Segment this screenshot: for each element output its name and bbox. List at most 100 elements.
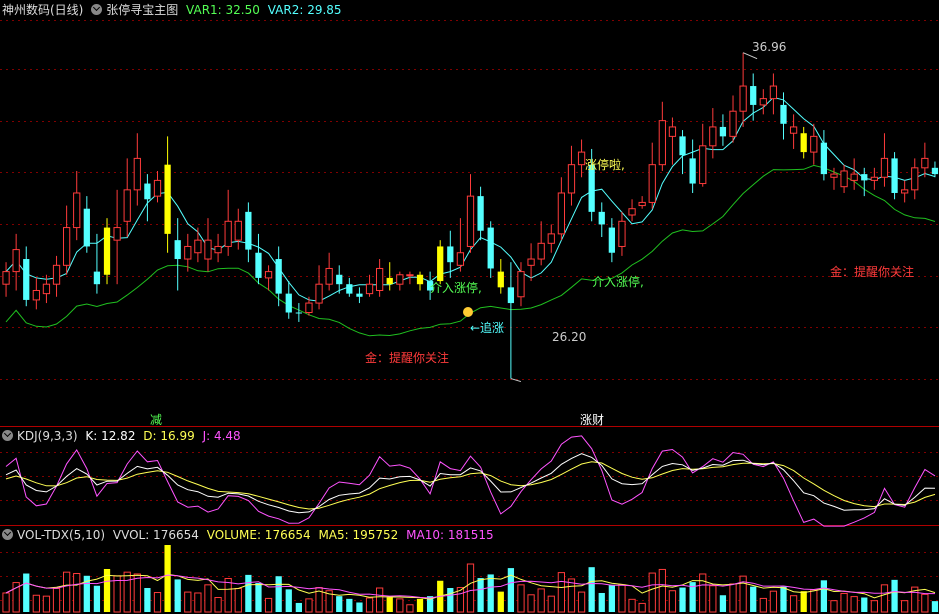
candle-body-31: [315, 283, 323, 304]
candle-body-20: [204, 239, 212, 260]
candle-body-84: [850, 173, 858, 181]
candle-body-80: [810, 135, 818, 153]
vol-bar-60: [608, 584, 615, 612]
candle-body-44: [447, 246, 454, 263]
candle-body-14: [144, 183, 151, 200]
vol-bar-14: [144, 588, 151, 612]
vol-bar-57: [577, 591, 586, 613]
candle-body-30: [305, 302, 313, 313]
vol-bar-13: [133, 573, 141, 613]
vol-bar-9: [93, 585, 101, 612]
vol-bar-27: [275, 576, 282, 612]
candle-body-46: [466, 195, 475, 247]
vol-bar-92: [931, 601, 939, 612]
chart-canvas[interactable]: [0, 0, 939, 614]
candle-body-66: [668, 126, 677, 137]
vol-bar-64: [648, 572, 656, 613]
vol-bar-66: [668, 590, 677, 613]
candle-body-12: [123, 189, 131, 222]
candle-body-15: [153, 179, 162, 197]
vol-bar-37: [375, 587, 384, 613]
candle-body-32: [325, 267, 333, 285]
vol-bar-79: [800, 591, 807, 612]
candle-body-55: [557, 192, 566, 235]
candle-body-22: [224, 220, 232, 247]
candle-body-50: [507, 287, 515, 304]
candle-body-29: [295, 312, 302, 314]
vol-bar-77: [780, 586, 787, 612]
high-price-label: 36.96: [752, 40, 787, 54]
annotation-zhangcai: 涨财: [580, 413, 605, 427]
vol-bar-5: [52, 587, 61, 613]
candle-body-18: [184, 245, 192, 260]
candle-body-72: [729, 110, 737, 137]
vol-bar-24: [245, 574, 252, 612]
vol-bar-36: [365, 597, 374, 613]
candle-body-37: [375, 267, 384, 291]
candle-body-87: [880, 157, 889, 178]
vol-bar-17: [174, 579, 181, 612]
candle-body-91: [921, 157, 929, 169]
vol-bar-3: [32, 594, 40, 613]
candle-body-21: [214, 245, 222, 254]
candle-body-74: [750, 86, 757, 105]
vol-bar-82: [830, 600, 838, 613]
candle-body-52: [527, 258, 535, 266]
candle-body-48: [487, 227, 494, 269]
vol-bar-7: [73, 573, 81, 613]
candle-body-81: [820, 142, 828, 175]
vol-bar-25: [255, 583, 262, 612]
candle-body-1: [12, 249, 20, 273]
candle-body-35: [356, 293, 363, 297]
vol-bar-74: [750, 586, 757, 612]
vol-bar-53: [537, 588, 545, 613]
candle-body-88: [891, 158, 898, 193]
vol-bar-30: [305, 598, 313, 613]
candle-body-85: [861, 174, 868, 181]
candle-body-89: [901, 189, 909, 194]
candle-body-0: [2, 271, 10, 285]
kdj-j-line: [5, 435, 936, 527]
vol-bar-89: [901, 600, 909, 613]
vol-bar-85: [861, 597, 868, 612]
candle-body-71: [719, 126, 727, 137]
vol-bar-39: [396, 598, 404, 613]
vol-bar-67: [679, 587, 686, 612]
vol-bar-6: [62, 571, 71, 613]
vol-bar-63: [638, 602, 646, 613]
candle-body-8: [83, 208, 90, 247]
candle-body-11: [113, 227, 121, 241]
vol-bar-69: [699, 573, 707, 613]
smiley-icon: [463, 307, 473, 317]
candle-body-82: [830, 173, 838, 178]
vol-bar-62: [628, 598, 636, 613]
candle-body-23: [234, 220, 242, 241]
vol-bar-91: [921, 593, 929, 613]
vol-bar-80: [810, 589, 818, 613]
vol-bar-41: [416, 598, 424, 612]
vol-bar-20: [204, 584, 212, 613]
candle-body-56: [567, 164, 576, 194]
vol-bar-54: [547, 595, 555, 613]
candle-body-64: [648, 164, 656, 203]
vol-bar-51: [517, 584, 525, 613]
vol-bar-47: [477, 578, 484, 612]
vol-bar-86: [870, 600, 879, 613]
vol-bar-15: [153, 592, 162, 613]
candle-body-51: [517, 271, 525, 298]
annotation-jieru-1: 介入涨停,: [430, 281, 482, 295]
candle-body-54: [547, 233, 555, 244]
vol-bar-52: [527, 594, 535, 613]
candle-body-24: [245, 211, 252, 250]
vol-bar-46: [466, 563, 475, 613]
vol-bar-26: [264, 597, 273, 613]
candle-body-28: [285, 293, 292, 313]
candle-body-86: [870, 176, 879, 181]
vol-bar-16: [164, 545, 171, 612]
candle-body-83: [840, 170, 848, 188]
vol-bar-11: [113, 575, 121, 613]
candle-body-45: [456, 252, 465, 266]
candle-body-92: [931, 167, 939, 175]
candle-body-49: [497, 271, 504, 288]
vol-bar-12: [123, 571, 131, 613]
